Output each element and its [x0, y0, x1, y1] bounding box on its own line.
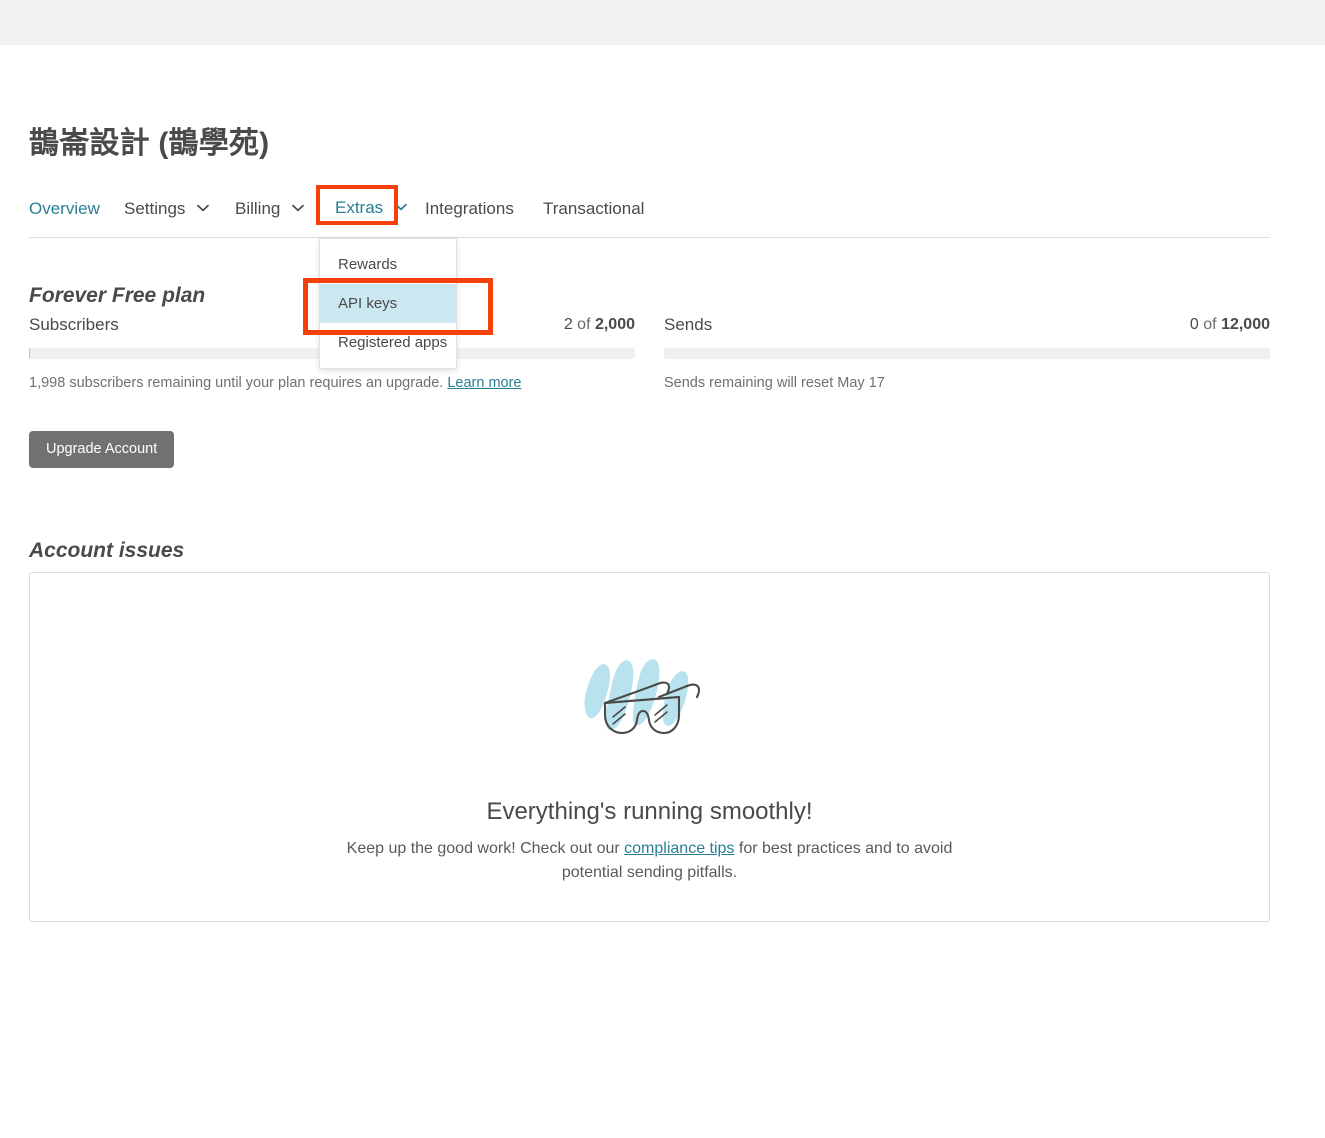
- sunglasses-icon: [575, 641, 725, 761]
- tab-settings[interactable]: Settings: [124, 198, 210, 220]
- dropdown-item-api-keys[interactable]: API keys: [320, 284, 456, 323]
- extras-dropdown-menu[interactable]: Rewards API keys Registered apps: [319, 238, 457, 369]
- account-issues-heading: Account issues: [29, 539, 185, 563]
- dropdown-item-registered-apps[interactable]: Registered apps: [320, 323, 456, 362]
- dropdown-item-rewards[interactable]: Rewards: [320, 245, 456, 284]
- tab-transactional[interactable]: Transactional: [543, 198, 644, 220]
- tab-integrations[interactable]: Integrations: [425, 198, 514, 220]
- top-chrome-bar: [0, 0, 1325, 45]
- tab-transactional-label: Transactional: [543, 199, 645, 218]
- tab-integrations-label: Integrations: [425, 199, 514, 218]
- meter-sends-label: Sends: [664, 315, 713, 334]
- tab-settings-label: Settings: [124, 199, 186, 218]
- tab-extras-label: Extras: [335, 198, 384, 217]
- plan-heading: Forever Free plan: [29, 284, 206, 308]
- tab-overview-label: Overview: [29, 199, 100, 218]
- account-issues-card: Everything's running smoothly! Keep up t…: [29, 572, 1270, 922]
- issues-headline: Everything's running smoothly!: [486, 798, 813, 825]
- primary-nav-tabs: Overview Settings Billing Extras Integra…: [29, 198, 1270, 238]
- meter-sends: Sends 0 of 12,000 Sends remaining will r…: [664, 315, 1270, 391]
- chevron-down-icon: [292, 204, 304, 212]
- meter-sends-progressbar: [664, 348, 1270, 359]
- meter-sends-note: Sends remaining will reset May 17: [664, 375, 885, 391]
- chevron-down-icon: [395, 203, 407, 211]
- meter-sends-header: Sends 0 of 12,000: [664, 315, 1270, 337]
- meter-subscribers-fill: [29, 348, 30, 359]
- compliance-tips-link[interactable]: compliance tips: [624, 840, 734, 857]
- upgrade-account-button[interactable]: Upgrade Account: [29, 431, 175, 468]
- meter-subscribers-count: 2 of 2,000: [563, 316, 635, 333]
- tabbar-divider: [29, 237, 1270, 238]
- tab-overview[interactable]: Overview: [29, 198, 100, 220]
- meter-subscribers-note: 1,998 subscribers remaining until your p…: [29, 375, 522, 391]
- page-title: 鵲崙設計 (鵲學苑): [29, 127, 270, 161]
- learn-more-link[interactable]: Learn more: [447, 375, 521, 391]
- meter-sends-count: 0 of 12,000: [1189, 316, 1270, 333]
- chevron-down-icon: [197, 204, 210, 212]
- tab-billing[interactable]: Billing: [235, 198, 304, 220]
- meter-subscribers-label: Subscribers: [29, 315, 119, 334]
- tab-billing-label: Billing: [235, 199, 281, 218]
- tab-extras[interactable]: Extras: [325, 191, 417, 226]
- issues-body: Keep up the good work! Check out our com…: [346, 840, 953, 881]
